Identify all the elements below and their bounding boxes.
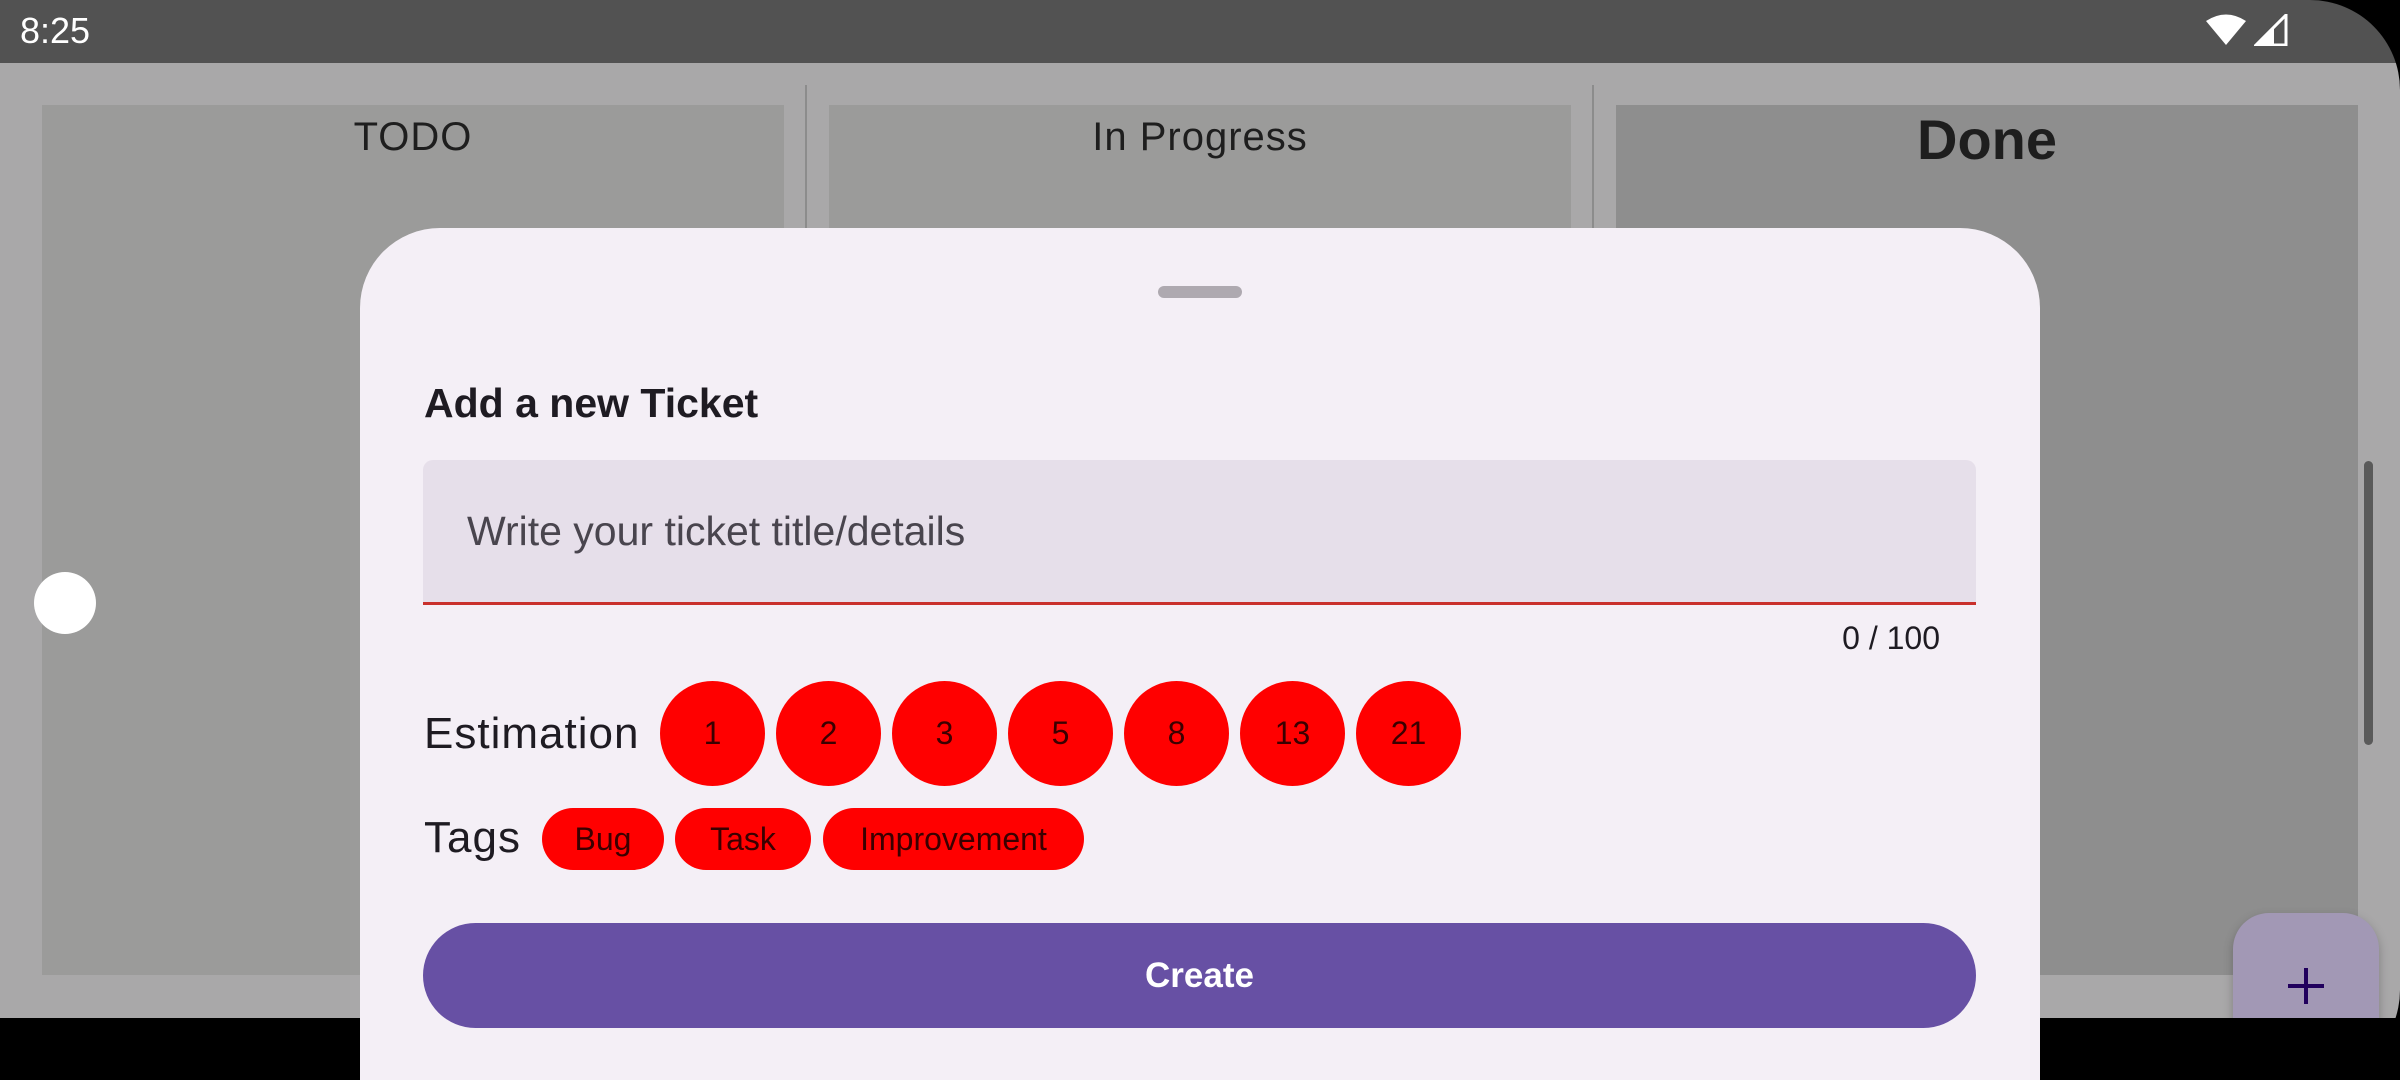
create-button[interactable]: Create bbox=[423, 923, 1976, 1028]
column-title: TODO bbox=[353, 115, 473, 159]
column-title: In Progress bbox=[1092, 115, 1308, 159]
scrollbar[interactable] bbox=[2364, 461, 2373, 745]
sheet-title: Add a new Ticket bbox=[424, 380, 759, 426]
tag-chip-bug[interactable]: Bug bbox=[542, 808, 664, 870]
signal-icon bbox=[2254, 14, 2288, 46]
tag-chip-improvement[interactable]: Improvement bbox=[823, 808, 1084, 870]
device-screen: 8:25 TODO In Progress Done Add a new Tic… bbox=[0, 0, 2400, 1080]
sheet-drag-handle[interactable] bbox=[1158, 286, 1242, 298]
ticket-title-input[interactable] bbox=[423, 460, 1976, 602]
ticket-title-field[interactable] bbox=[423, 460, 1976, 605]
column-title: Done bbox=[1917, 108, 2057, 171]
add-ticket-sheet: Add a new Ticket 0 / 100 Estimation 1 2 … bbox=[360, 228, 2040, 1080]
status-icons bbox=[2206, 12, 2288, 48]
estimation-chip[interactable]: 1 bbox=[660, 681, 765, 786]
touch-indicator bbox=[34, 572, 96, 634]
estimation-label: Estimation bbox=[424, 709, 640, 758]
estimation-chip[interactable]: 21 bbox=[1356, 681, 1461, 786]
estimation-chip[interactable]: 13 bbox=[1240, 681, 1345, 786]
wifi-icon bbox=[2206, 14, 2246, 45]
estimation-chip[interactable]: 2 bbox=[776, 681, 881, 786]
estimation-chip[interactable]: 8 bbox=[1124, 681, 1229, 786]
status-time: 8:25 bbox=[20, 10, 91, 51]
estimation-chip[interactable]: 3 bbox=[892, 681, 997, 786]
character-counter: 0 / 100 bbox=[1842, 620, 1940, 656]
estimation-chip[interactable]: 5 bbox=[1008, 681, 1113, 786]
plus-icon bbox=[2288, 968, 2324, 1004]
tags-label: Tags bbox=[424, 813, 521, 862]
tag-chip-task[interactable]: Task bbox=[675, 808, 811, 870]
status-bar: 8:25 bbox=[0, 0, 2400, 63]
